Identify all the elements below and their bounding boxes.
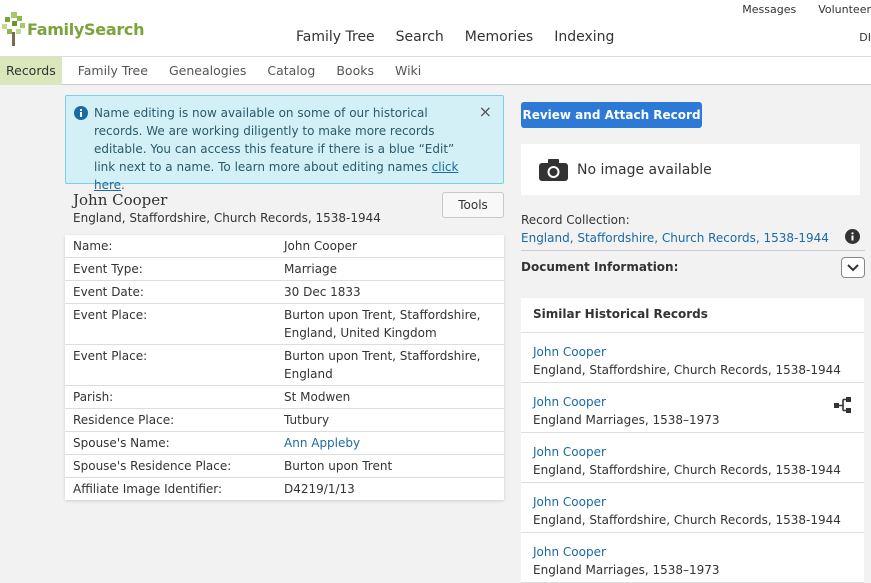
similar-record-collection: England Marriages, 1538–1973 bbox=[533, 563, 720, 577]
name-editing-notice: Name editing is now available on some of… bbox=[65, 95, 504, 192]
record-field-label: Event Date: bbox=[73, 285, 144, 299]
notice-text: Name editing is now available on some of… bbox=[94, 106, 455, 174]
record-field-label: Spouse's Residence Place: bbox=[73, 459, 232, 473]
nav-search[interactable]: Search bbox=[396, 29, 444, 45]
main-nav: Family Tree Search Memories Indexing bbox=[296, 29, 635, 45]
subnav-genealogies[interactable]: Genealogies bbox=[160, 57, 255, 85]
subnav-wiki[interactable]: Wiki bbox=[386, 57, 430, 85]
camera-icon bbox=[539, 158, 568, 181]
record-field-value: Marriage bbox=[284, 262, 338, 276]
notice-suffix: . bbox=[121, 178, 125, 192]
record-field-label: Event Type: bbox=[73, 262, 143, 276]
logo-text: FamilySearch bbox=[27, 19, 145, 39]
no-image-text: No image available bbox=[577, 161, 712, 178]
record-field-label: Name: bbox=[73, 239, 113, 253]
record-field-value: Burton upon Trent, Staffordshire, Englan… bbox=[284, 308, 481, 340]
record-collection-label: Record Collection: bbox=[521, 213, 630, 227]
document-info-toggle[interactable] bbox=[841, 257, 865, 278]
similar-record-name-link[interactable]: John Cooper bbox=[533, 343, 852, 361]
tree-attached-icon[interactable] bbox=[834, 397, 852, 413]
record-row: Event Place: Burton upon Trent, Staffords… bbox=[65, 304, 504, 345]
similar-record-item: John Cooper England, Staffordshire, Churc… bbox=[521, 433, 864, 483]
utility-links: Messages Volunteer bbox=[720, 3, 871, 16]
record-row: Residence Place: Tutbury bbox=[65, 409, 504, 432]
record-field-label: Parish: bbox=[73, 390, 114, 404]
record-field-value-link[interactable]: Ann Appleby bbox=[276, 432, 504, 454]
collection-info-icon[interactable] bbox=[845, 229, 860, 244]
similar-record-name-link[interactable]: John Cooper bbox=[533, 393, 852, 411]
tools-button[interactable]: Tools bbox=[442, 192, 504, 218]
subnav-books[interactable]: Books bbox=[327, 57, 383, 85]
record-field-value: Tutbury bbox=[284, 413, 330, 427]
record-row: Name: John Cooper bbox=[65, 235, 504, 258]
similar-record-collection: England, Staffordshire, Church Records, … bbox=[533, 363, 841, 377]
record-row: Affiliate Image Identifier: D4219/1/13 bbox=[65, 478, 504, 500]
similar-record-collection: England Marriages, 1538–1973 bbox=[533, 413, 720, 427]
record-row: Parish: St Modwen bbox=[65, 386, 504, 409]
familysearch-logo[interactable]: FamilySearch bbox=[2, 12, 145, 46]
person-name: John Cooper bbox=[73, 191, 168, 209]
nav-memories[interactable]: Memories bbox=[465, 29, 533, 45]
record-row: Event Date: 30 Dec 1833 bbox=[65, 281, 504, 304]
record-row: Event Type: Marriage bbox=[65, 258, 504, 281]
record-field-value: Burton upon Trent, Staffordshire, Englan… bbox=[284, 349, 481, 381]
record-field-value: Burton upon Trent bbox=[284, 459, 393, 473]
record-collection-link[interactable]: England, Staffordshire, Church Records, … bbox=[521, 231, 829, 245]
record-details-table: Name: John Cooper Event Type: Marriage Event… bbox=[65, 235, 504, 500]
subnav-family-tree[interactable]: Family Tree bbox=[69, 57, 157, 85]
similar-record-item: John Cooper England, Staffordshire, Churc… bbox=[521, 333, 864, 383]
similar-records-title: Similar Historical Records bbox=[521, 298, 864, 333]
similar-record-name-link[interactable]: John Cooper bbox=[533, 493, 852, 511]
similar-records-panel: Similar Historical Records John Cooper En… bbox=[521, 298, 864, 583]
person-collection: England, Staffordshire, Church Records, … bbox=[73, 211, 381, 225]
review-and-attach-button[interactable]: Review and Attach Record bbox=[521, 102, 702, 128]
record-field-label: Affiliate Image Identifier: bbox=[73, 482, 223, 496]
messages-link[interactable]: Messages bbox=[742, 3, 796, 16]
close-icon[interactable]: × bbox=[479, 103, 492, 121]
subnav-catalog[interactable]: Catalog bbox=[258, 57, 324, 85]
nav-indexing[interactable]: Indexing bbox=[554, 29, 614, 45]
volunteer-link[interactable]: Volunteer bbox=[818, 3, 871, 16]
tree-logo-icon bbox=[2, 12, 25, 46]
record-field-label: Event Place: bbox=[73, 349, 148, 363]
similar-record-collection: England, Staffordshire, Church Records, … bbox=[533, 513, 841, 527]
similar-record-collection: England, Staffordshire, Church Records, … bbox=[533, 463, 841, 477]
document-information-label: Document Information: bbox=[521, 260, 679, 274]
record-field-value: 30 Dec 1833 bbox=[284, 285, 361, 299]
divider bbox=[521, 250, 865, 251]
record-field-value: St Modwen bbox=[284, 390, 351, 404]
nav-family-tree[interactable]: Family Tree bbox=[296, 29, 375, 45]
similar-record-name-link[interactable]: John Cooper bbox=[533, 443, 852, 461]
no-image-panel: No image available bbox=[521, 144, 860, 195]
record-row: Spouse's Name: Ann Appleby bbox=[65, 432, 504, 455]
subnav-records[interactable]: Records bbox=[0, 56, 62, 85]
similar-records-list: John Cooper England, Staffordshire, Churc… bbox=[521, 333, 864, 583]
similar-record-item: John Cooper England Marriages, 1538–1973 bbox=[521, 533, 864, 583]
site-header: FamilySearch Messages Volunteer DI Famil… bbox=[0, 0, 871, 57]
sub-nav: Records Family Tree Genealogies Catalog … bbox=[0, 56, 871, 85]
chevron-down-icon bbox=[847, 263, 859, 271]
user-menu[interactable]: DI bbox=[859, 31, 871, 44]
info-icon bbox=[74, 106, 88, 120]
record-field-label: Spouse's Name: bbox=[73, 436, 170, 450]
record-row: Spouse's Residence Place: Burton upon Tre… bbox=[65, 455, 504, 478]
record-row: Event Place: Burton upon Trent, Staffords… bbox=[65, 345, 504, 386]
record-field-value: John Cooper bbox=[284, 239, 357, 253]
similar-record-name-link[interactable]: John Cooper bbox=[533, 543, 852, 561]
record-field-label: Residence Place: bbox=[73, 413, 175, 427]
similar-record-item: John Cooper England Marriages, 1538–1973 bbox=[521, 383, 864, 433]
similar-record-item: John Cooper England, Staffordshire, Churc… bbox=[521, 483, 864, 533]
record-field-value: D4219/1/13 bbox=[284, 482, 355, 496]
record-field-label: Event Place: bbox=[73, 308, 148, 322]
